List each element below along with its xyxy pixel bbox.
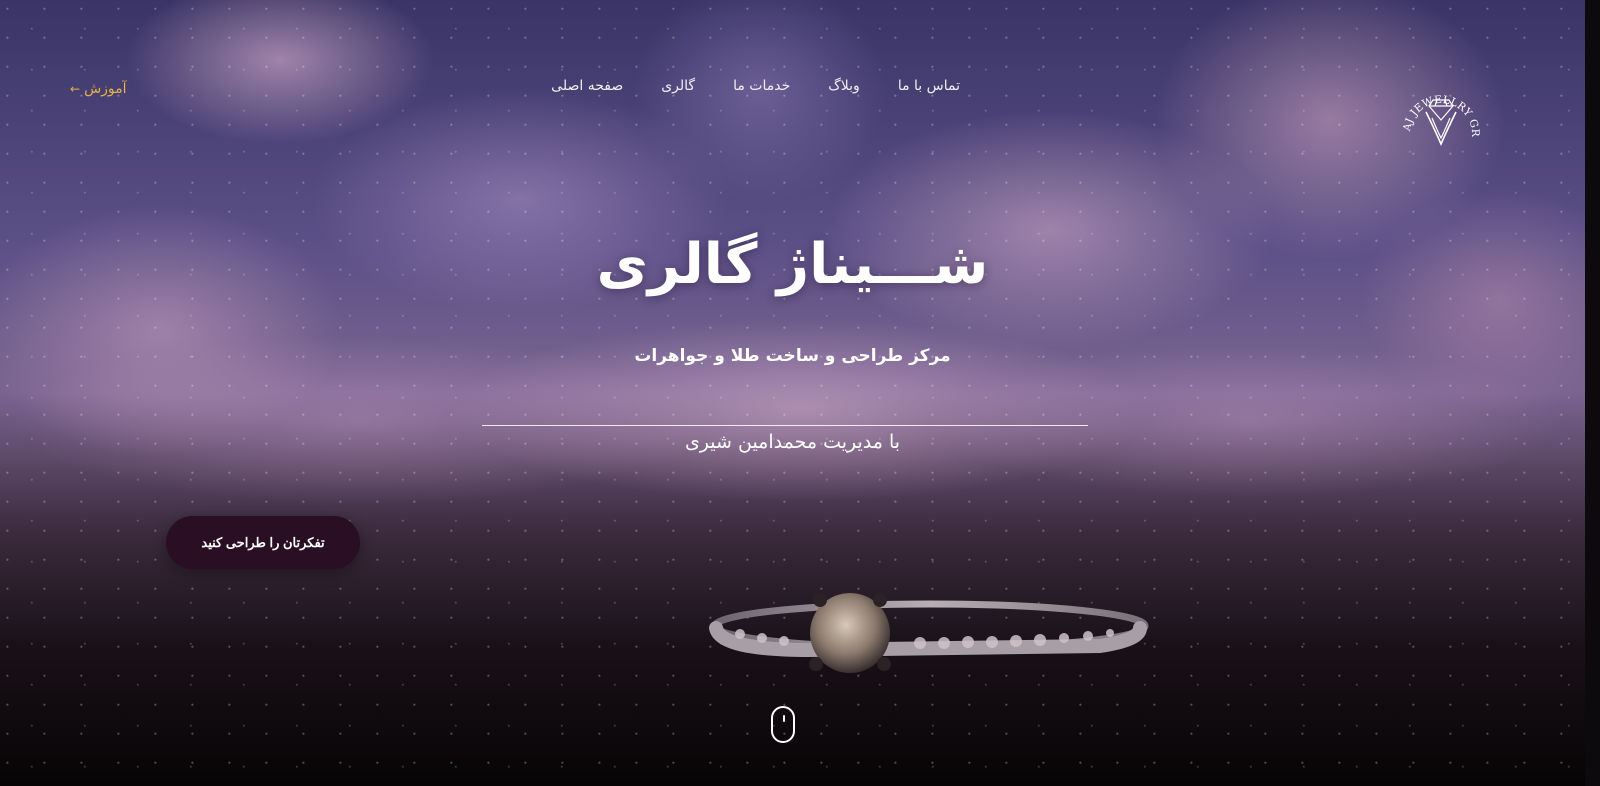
ring-image [709, 593, 1149, 673]
page-edge [1585, 0, 1600, 786]
hero-subtitle: مرکز طراحی و ساخت طلا و جواهرات [634, 346, 951, 366]
diamond-icon [1425, 99, 1457, 146]
hero-divider [482, 425, 1088, 426]
nav-item-home[interactable]: صفحه اصلی [551, 78, 623, 94]
arrow-left-icon: ← [70, 82, 81, 96]
svg-text:SHINAJ JEWELLRY GROUP: SHINAJ JEWELLRY GROUP [1396, 72, 1481, 138]
nav-item-contact[interactable]: تماس با ما [898, 78, 960, 94]
hero-background: SHINAJ JEWELLRY GROUP صفحه اصلی گالری خد… [0, 0, 1585, 786]
mouse-wheel [783, 715, 785, 722]
mouse-scroll-icon[interactable] [771, 706, 795, 743]
learn-label: آموزش [84, 81, 127, 97]
hero-title: شـــیناژ گالری [596, 232, 989, 297]
hero-manager-line: با مدیریت محمدامین شیری [684, 431, 901, 453]
nav-item-services[interactable]: خدمات ما [733, 78, 790, 94]
main-nav: صفحه اصلی گالری خدمات ما وبلاگ تماس با م… [551, 78, 960, 94]
design-idea-button[interactable]: تفکرتان را طراحی کنید [166, 516, 360, 569]
logo-text: SHINAJ JEWELLRY GROUP [1396, 72, 1481, 138]
learn-link[interactable]: ← آموزش [70, 81, 127, 97]
brand-logo[interactable]: SHINAJ JEWELLRY GROUP [1396, 72, 1486, 158]
nav-item-gallery[interactable]: گالری [661, 78, 695, 94]
nav-item-blog[interactable]: وبلاگ [828, 78, 860, 94]
